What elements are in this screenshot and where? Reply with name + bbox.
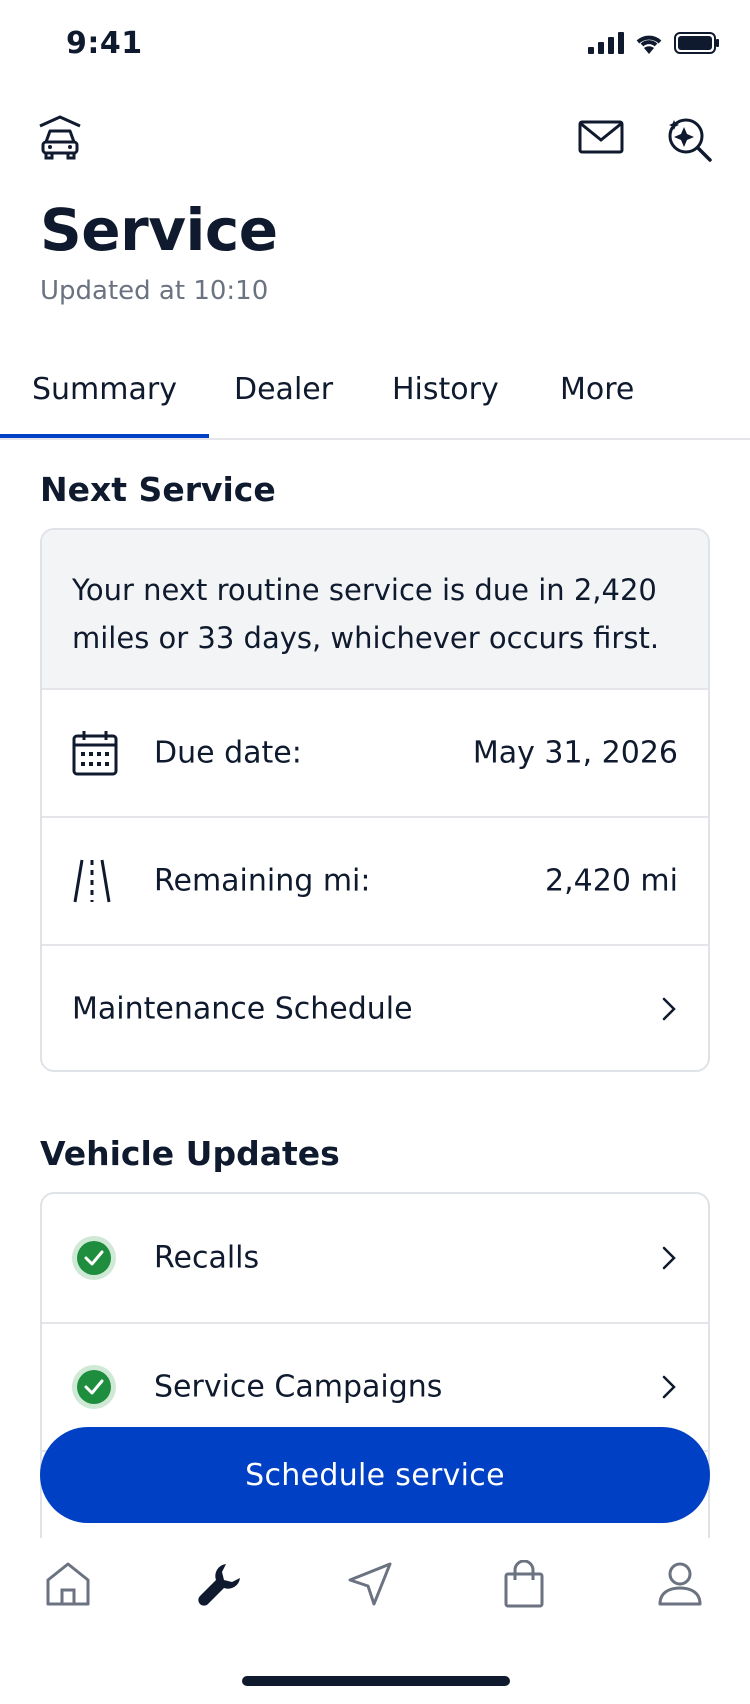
due-date-label: Due date: — [154, 735, 302, 771]
next-service-heading: Next Service — [40, 470, 276, 509]
cellular-signal-icon — [588, 32, 624, 54]
calendar-icon — [72, 731, 118, 776]
system-indicators — [588, 32, 720, 54]
top-actions — [0, 112, 750, 176]
status-bar: 9:41 — [0, 0, 750, 96]
shopping-bag-icon[interactable] — [502, 1560, 546, 1608]
tab-more[interactable]: More — [560, 372, 634, 407]
home-indicator — [242, 1676, 510, 1686]
remaining-miles-value: 2,420 mi — [545, 863, 678, 899]
page-title: Service — [40, 196, 278, 264]
recalls-row[interactable]: Recalls — [42, 1194, 708, 1322]
status-time: 9:41 — [66, 26, 143, 61]
wifi-icon — [636, 35, 662, 54]
tab-dealer[interactable]: Dealer — [234, 372, 333, 407]
mail-icon[interactable] — [578, 120, 624, 154]
chevron-right-icon — [662, 1375, 676, 1399]
home-icon[interactable] — [44, 1560, 92, 1608]
maintenance-schedule-label: Maintenance Schedule — [72, 991, 413, 1027]
tab-summary[interactable]: Summary — [0, 372, 209, 438]
battery-icon — [674, 32, 719, 54]
road-icon — [73, 859, 111, 903]
tab-bar-top: Summary Dealer History More — [0, 364, 750, 440]
chevron-right-icon — [662, 997, 676, 1021]
schedule-service-button[interactable]: Schedule service — [40, 1427, 710, 1523]
next-service-card: Your next routine service is due in 2,42… — [40, 528, 710, 1072]
tab-history[interactable]: History — [392, 372, 499, 407]
next-service-banner: Your next routine service is due in 2,42… — [42, 530, 708, 688]
wrench-icon[interactable] — [196, 1560, 244, 1608]
service-campaigns-label: Service Campaigns — [154, 1369, 443, 1405]
remaining-miles-label: Remaining mi: — [154, 863, 371, 899]
updated-timestamp: Updated at 10:10 — [40, 276, 269, 306]
garage-car-icon[interactable] — [36, 114, 84, 162]
navigation-icon[interactable] — [346, 1560, 394, 1608]
chevron-right-icon — [662, 1246, 676, 1270]
check-circle-icon — [72, 1365, 116, 1409]
check-circle-icon — [72, 1236, 116, 1280]
due-date-row: Due date: May 31, 2026 — [42, 688, 708, 816]
recalls-label: Recalls — [154, 1240, 260, 1276]
ai-search-icon[interactable] — [664, 114, 714, 164]
vehicle-updates-heading: Vehicle Updates — [40, 1134, 340, 1173]
profile-icon[interactable] — [656, 1560, 704, 1608]
maintenance-schedule-row[interactable]: Maintenance Schedule — [42, 944, 708, 1070]
remaining-miles-row: Remaining mi: 2,420 mi — [42, 816, 708, 944]
due-date-value: May 31, 2026 — [472, 735, 678, 771]
